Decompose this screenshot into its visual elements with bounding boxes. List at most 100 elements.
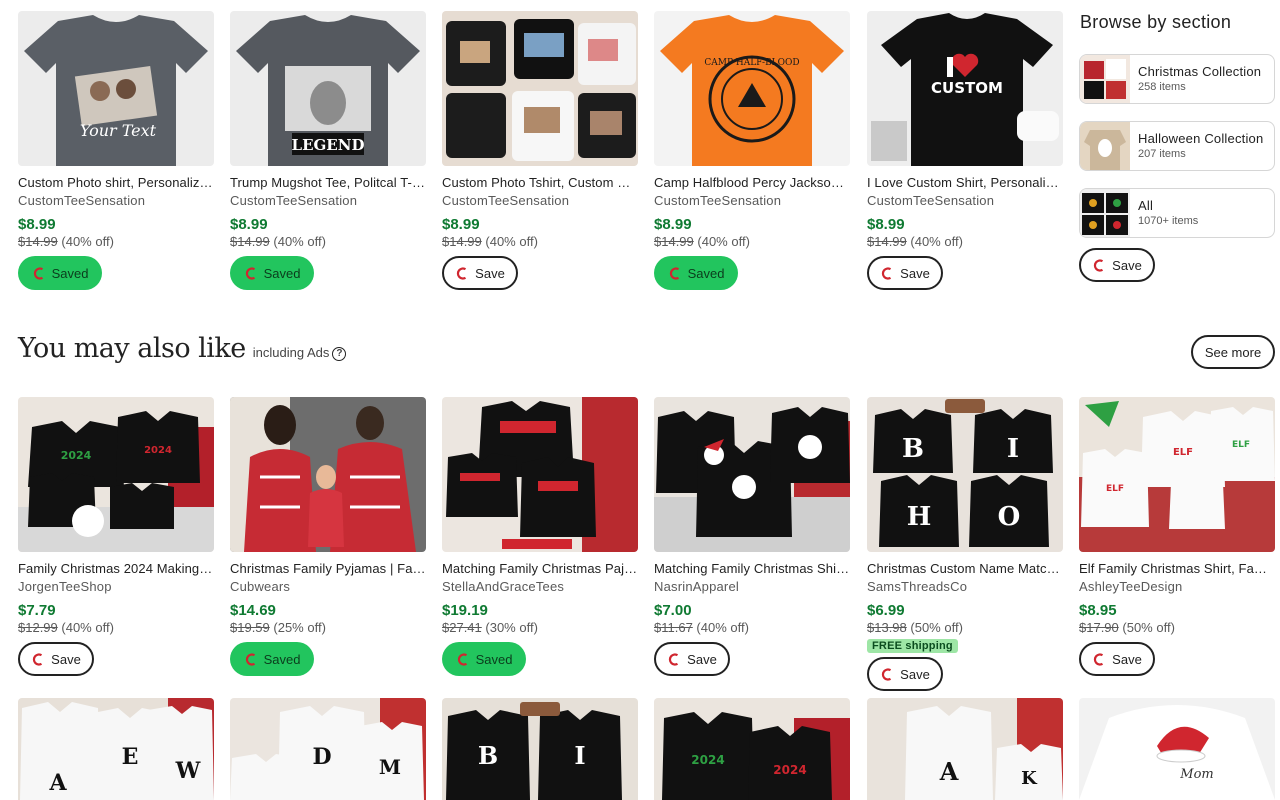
- saved-button[interactable]: Saved: [230, 642, 314, 676]
- listing-title[interactable]: Custom Photo Tshirt, Custom Family Shirt: [442, 175, 638, 191]
- listing-card[interactable]: ELF ELF ELF Elf Family Christmas Shirt, Fa…: [1079, 397, 1275, 676]
- svg-text:D: D: [312, 744, 331, 770]
- save-button[interactable]: Save: [867, 657, 943, 691]
- save-button[interactable]: Save: [442, 256, 518, 290]
- listing-image[interactable]: A E W: [18, 698, 214, 800]
- listing-card[interactable]: CAMP HALF-BLOOD Camp Halfblood Percy Jac…: [654, 11, 850, 290]
- section-thumbnail: [1080, 122, 1130, 170]
- listing-image[interactable]: ELF ELF ELF: [1079, 397, 1275, 552]
- listing-image[interactable]: DM: [230, 698, 426, 800]
- section-thumbnail: [1080, 55, 1130, 103]
- listing-title[interactable]: Christmas Custom Name Matching Shirts: [867, 561, 1063, 577]
- listing-image[interactable]: CAMP HALF-BLOOD: [654, 11, 850, 166]
- saved-label: Saved: [475, 651, 513, 667]
- listing-card[interactable]: Matching Family Christmas Pajamas North …: [442, 397, 638, 676]
- listing-image[interactable]: CUSTOM: [867, 11, 1063, 166]
- listing-title[interactable]: Matching Family Christmas Shirts Monogra…: [654, 561, 850, 577]
- save-label: Save: [51, 651, 81, 667]
- listing-image[interactable]: LEGEND: [230, 11, 426, 166]
- saved-button[interactable]: Saved: [654, 256, 738, 290]
- shop-name[interactable]: CustomTeeSensation: [230, 193, 426, 209]
- listing-image[interactable]: [230, 397, 426, 552]
- heart-icon: [669, 652, 679, 666]
- heart-icon: [245, 652, 255, 666]
- shop-name[interactable]: StellaAndGraceTees: [442, 579, 638, 595]
- heart-icon: [457, 652, 467, 666]
- sale-price: $14.69: [230, 602, 276, 619]
- listing-image[interactable]: [442, 397, 638, 552]
- listing-image[interactable]: Mom: [1079, 698, 1275, 800]
- listing-title[interactable]: Matching Family Christmas Pajamas North …: [442, 561, 638, 577]
- listing-image[interactable]: BI: [442, 698, 638, 800]
- shop-name[interactable]: SamsThreadsCo: [867, 579, 1063, 595]
- svg-text:W: W: [175, 758, 201, 784]
- listing-image[interactable]: [654, 397, 850, 552]
- saved-button[interactable]: Saved: [442, 642, 526, 676]
- original-price: $14.99 (40% off): [654, 234, 850, 250]
- listing-card[interactable]: Custom Photo Tshirt, Custom Family Shirt…: [442, 11, 638, 290]
- strike-price: $14.99: [867, 234, 907, 249]
- heart-icon: [245, 266, 255, 280]
- sale-price: $8.99: [18, 216, 56, 233]
- heart-icon: [33, 652, 43, 666]
- save-button[interactable]: Save: [867, 256, 943, 290]
- shop-name[interactable]: CustomTeeSensation: [654, 193, 850, 209]
- listing-image[interactable]: [442, 11, 638, 166]
- listing-card[interactable]: Matching Family Christmas Shirts Monogra…: [654, 397, 850, 676]
- shop-name[interactable]: CustomTeeSensation: [867, 193, 1063, 209]
- svg-text:H: H: [907, 502, 932, 532]
- listing-title[interactable]: I Love Custom Shirt, Personalized Tee: [867, 175, 1063, 191]
- original-price: $14.99 (40% off): [442, 234, 638, 250]
- listing-title[interactable]: Elf Family Christmas Shirt, Family Elf T…: [1079, 561, 1275, 577]
- svg-text:K: K: [1021, 768, 1038, 789]
- discount: (40% off): [61, 620, 114, 635]
- strike-price: $13.98: [867, 620, 907, 635]
- shop-name[interactable]: NasrinApparel: [654, 579, 850, 595]
- shop-name[interactable]: CustomTeeSensation: [18, 193, 214, 209]
- heart-icon: [1094, 652, 1104, 666]
- listing-card[interactable]: Your Text Custom Photo shirt, Personaliz…: [18, 11, 214, 290]
- listing-card[interactable]: B I H O Christmas Custom Name Matching Shir…: [867, 397, 1063, 691]
- shop-name[interactable]: AshleyTeeDesign: [1079, 579, 1275, 595]
- save-button[interactable]: Save: [18, 642, 94, 676]
- listing-title[interactable]: Camp Halfblood Percy Jackson Shirt: [654, 175, 850, 191]
- section-title: You may also like: [18, 333, 246, 364]
- listing-image[interactable]: AK: [867, 698, 1063, 800]
- saved-button[interactable]: Saved: [230, 256, 314, 290]
- listing-title[interactable]: Christmas Family Pyjamas | Fair Isle Mat…: [230, 561, 426, 577]
- sale-price: $8.99: [867, 216, 905, 233]
- heart-icon: [33, 266, 43, 280]
- listing-card[interactable]: CUSTOM I Love Custom Shirt, Personalized…: [867, 11, 1063, 290]
- listing-title[interactable]: Custom Photo shirt, Personalized Photo T…: [18, 175, 214, 191]
- svg-text:ELF: ELF: [1173, 447, 1193, 458]
- shop-name[interactable]: JorgenTeeShop: [18, 579, 214, 595]
- section-christmas-collection[interactable]: Christmas Collection 258 items: [1079, 54, 1275, 104]
- listing-image[interactable]: 2024 2024: [654, 698, 850, 800]
- section-all[interactable]: All 1070+ items: [1079, 188, 1275, 238]
- svg-text:B: B: [478, 741, 498, 770]
- saved-button[interactable]: Saved: [18, 256, 102, 290]
- save-button[interactable]: Save: [654, 642, 730, 676]
- listing-image[interactable]: 2024 2024: [18, 397, 214, 552]
- listing-card[interactable]: Christmas Family Pyjamas | Fair Isle Mat…: [230, 397, 426, 676]
- strike-price: $12.99: [18, 620, 58, 635]
- help-icon[interactable]: ?: [332, 346, 347, 361]
- listing-image[interactable]: B I H O: [867, 397, 1063, 552]
- browse-by-section-heading: Browse by section: [1080, 12, 1232, 32]
- shop-name[interactable]: Cubwears: [230, 579, 426, 595]
- strike-price: $27.41: [442, 620, 482, 635]
- original-price: $27.41 (30% off): [442, 620, 638, 636]
- section-count: 1070+ items: [1138, 215, 1199, 227]
- see-more-button[interactable]: See more: [1191, 335, 1275, 369]
- listing-card[interactable]: 2024 2024 Family Christmas 2024 Making Me…: [18, 397, 214, 676]
- section-halloween-collection[interactable]: Halloween Collection 207 items: [1079, 121, 1275, 171]
- save-shop-button[interactable]: Save: [1079, 248, 1155, 282]
- listing-title[interactable]: Trump Mugshot Tee, Politcal T-Shirt: [230, 175, 426, 191]
- listing-title[interactable]: Family Christmas 2024 Making Memories To…: [18, 561, 214, 577]
- save-label: Save: [900, 265, 930, 281]
- shop-name[interactable]: CustomTeeSensation: [442, 193, 638, 209]
- listing-image[interactable]: Your Text: [18, 11, 214, 166]
- save-button[interactable]: Save: [1079, 642, 1155, 676]
- listing-card[interactable]: LEGEND Trump Mugshot Tee, Politcal T-Shi…: [230, 11, 426, 290]
- discount: (40% off): [696, 620, 749, 635]
